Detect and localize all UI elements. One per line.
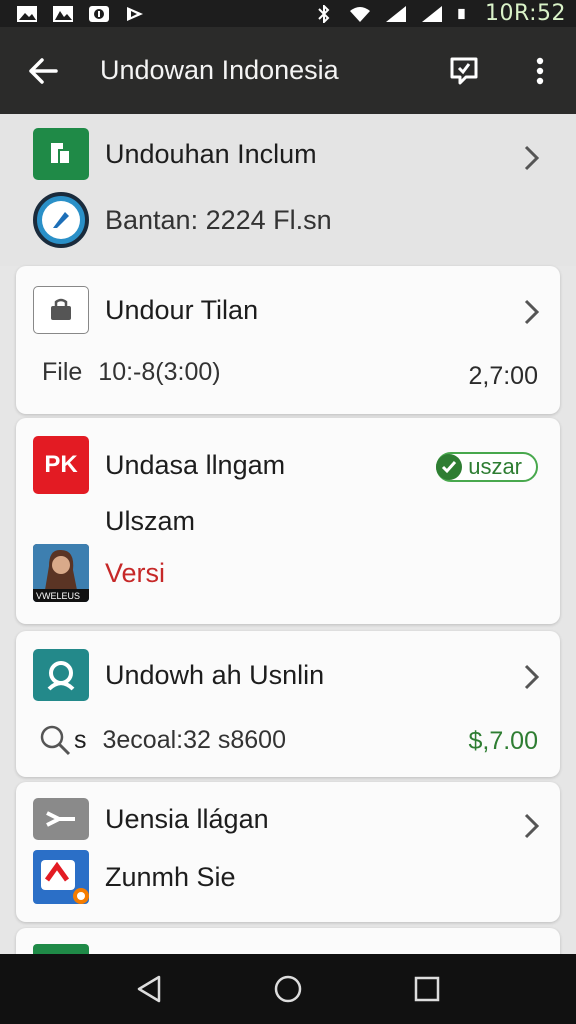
cut-tool-icon	[33, 798, 89, 840]
status-badge: uszar	[436, 452, 538, 482]
card-uensia-llagan[interactable]: Uensia llágan Zunmh Sie	[16, 782, 560, 922]
pk-app-icon: PK	[33, 436, 89, 494]
signal-icon-2	[421, 5, 442, 22]
check-icon	[436, 454, 463, 480]
bag-icon	[33, 286, 89, 334]
header-row-inclum[interactable]: Undouhan Inclum	[33, 128, 317, 180]
feedback-button[interactable]	[434, 27, 494, 114]
search-app-icon	[33, 649, 89, 701]
status-time: 10R:52	[484, 1, 566, 26]
card-title: Uensia llágan	[105, 803, 269, 834]
card-subtitle: Ulszam	[105, 506, 196, 536]
file-row: File 10:-8(3:00)	[42, 358, 221, 387]
wifi-icon	[349, 6, 370, 22]
amount: $,7.00	[468, 727, 538, 755]
battery-icon	[458, 8, 465, 19]
header-row-bantan: Bantan: 2224 Fl.sn	[33, 192, 332, 248]
sub-row: Zunmh Sie	[33, 850, 236, 904]
version-label: Versi	[105, 557, 166, 588]
card-title: Undowh ah Usnlin	[105, 659, 325, 690]
app-bar: Undowan Indonesia	[0, 27, 576, 114]
nav-back-button[interactable]	[119, 959, 179, 1019]
card-title: Undour Tilan	[105, 294, 259, 325]
card-undowh-usnlin[interactable]: Undowh ah Usnlin s 3ecoal:32 s8600 $,7.0…	[16, 631, 560, 777]
feedback-icon	[450, 57, 478, 84]
chevron-right-icon	[524, 813, 540, 839]
play-store-icon	[127, 6, 143, 21]
gallery-icon	[17, 5, 37, 22]
image-icon	[53, 5, 73, 22]
card-undour-tilan[interactable]: Undour Tilan File 10:-8(3:00) 2,7:00	[16, 266, 560, 414]
app-badge-icon	[33, 850, 89, 904]
card-header: PK Undasa llngam	[33, 436, 285, 494]
chevron-right-icon	[524, 664, 540, 690]
file-label: File	[42, 358, 83, 386]
bluetooth-icon	[318, 4, 330, 23]
notification-icon	[89, 5, 109, 22]
back-button[interactable]	[0, 27, 86, 114]
arrow-back-icon	[29, 57, 58, 84]
chevron-right-icon	[524, 145, 540, 171]
circle-home-icon	[274, 975, 302, 1003]
card-subtitle: Zunmh Sie	[105, 861, 236, 892]
doc-app-icon	[33, 128, 89, 180]
avatar: VWELEUS	[33, 544, 89, 602]
card-header: Undowh ah Usnlin	[33, 649, 324, 701]
more-options-button[interactable]	[510, 27, 570, 114]
search-text: s	[74, 725, 87, 754]
card-header: Undour Tilan	[33, 286, 258, 334]
search-row: s 3ecoal:32 s8600	[38, 723, 286, 757]
page-title: Undowan Indonesia	[100, 55, 339, 85]
search-icon	[40, 725, 71, 756]
file-value: 10:-8(3:00)	[98, 358, 221, 386]
header-row-sublabel: Bantan: 2224 Fl.sn	[105, 204, 332, 235]
version-row: VWELEUS Versi	[33, 544, 165, 602]
value-text: 3ecoal:32 s8600	[102, 725, 286, 754]
card-header: Uensia llágan	[33, 798, 269, 840]
card-undasa-llngam[interactable]: PK Undasa llngam uszar Ulszam VWELEUS Ve…	[16, 418, 560, 624]
square-recents-icon	[414, 976, 439, 1002]
compass-icon	[33, 192, 89, 248]
chevron-right-icon	[524, 299, 540, 325]
status-bar: 10R:52	[0, 0, 576, 27]
more-vert-icon	[536, 57, 544, 84]
navigation-bar	[0, 954, 576, 1024]
signal-icon	[385, 5, 406, 22]
header-section: Undouhan Inclum Bantan: 2224 Fl.sn	[0, 114, 576, 266]
amount: 2,7:00	[468, 362, 538, 390]
triangle-back-icon	[138, 975, 161, 1003]
nav-home-button[interactable]	[258, 959, 318, 1019]
header-row-label: Undouhan Inclum	[105, 138, 317, 169]
card-title: Undasa llngam	[105, 449, 286, 480]
nav-recents-button[interactable]	[397, 959, 457, 1019]
